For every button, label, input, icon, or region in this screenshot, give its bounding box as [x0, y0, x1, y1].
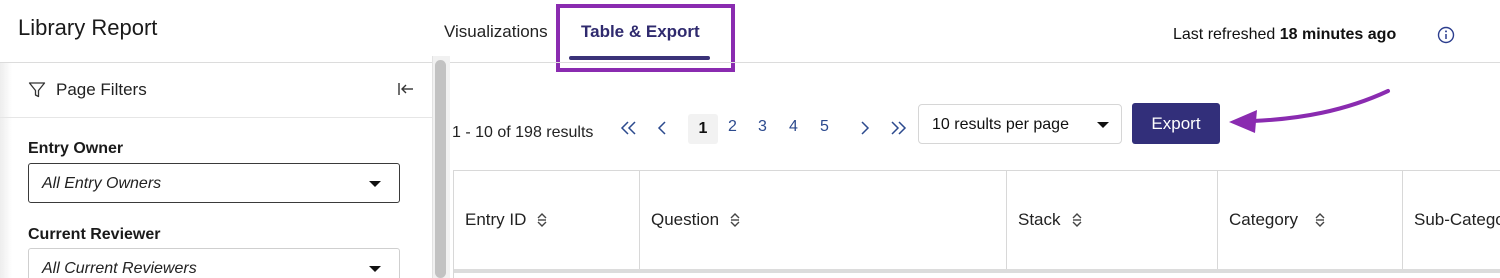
last-refreshed-value: 18 minutes ago: [1279, 26, 1397, 43]
column-header-label: Stack: [1018, 210, 1061, 229]
current-reviewer-label: Current Reviewer: [28, 226, 161, 243]
first-page-icon[interactable]: [619, 120, 639, 136]
page-link[interactable]: 3: [758, 118, 767, 136]
caret-down-icon: [369, 266, 381, 272]
page-current[interactable]: 1: [688, 114, 718, 144]
caret-down-icon: [1097, 122, 1109, 128]
filter-icon: [28, 82, 46, 98]
entry-owner-select[interactable]: All Entry Owners: [28, 163, 400, 203]
results-per-page-select[interactable]: 10 results per page: [918, 104, 1122, 144]
column-header-stack[interactable]: Stack: [1007, 171, 1218, 269]
results-per-page-value: 10 results per page: [932, 116, 1069, 133]
previous-page-icon[interactable]: [656, 120, 668, 136]
tab-visualizations[interactable]: Visualizations: [444, 22, 548, 42]
column-header-question[interactable]: Question: [640, 171, 1007, 269]
export-button[interactable]: Export: [1132, 103, 1220, 144]
last-refreshed-prefix: Last refreshed: [1173, 26, 1276, 43]
annotation-arrow: [1229, 89, 1390, 133]
entry-owner-value: All Entry Owners: [42, 175, 162, 192]
column-header-label: Question: [651, 210, 720, 229]
page-link[interactable]: 4: [789, 118, 798, 136]
last-refreshed: Last refreshed 18 minutes ago: [1173, 26, 1396, 44]
results-table: Entry ID Question Stack Category Sub-Cat…: [453, 170, 1500, 278]
column-header-entry-id[interactable]: Entry ID: [454, 171, 640, 269]
app-title: Library Report: [18, 15, 158, 40]
next-page-icon[interactable]: [859, 120, 871, 136]
page-link[interactable]: 5: [820, 118, 829, 136]
sort-icon[interactable]: [1071, 212, 1083, 228]
column-header-label: Category: [1229, 210, 1298, 229]
info-icon[interactable]: [1437, 26, 1455, 44]
table-header-divider: [454, 269, 1500, 273]
current-reviewer-select[interactable]: All Current Reviewers: [28, 248, 400, 278]
sort-icon[interactable]: [729, 212, 741, 228]
results-count: 1 - 10 of 198 results: [452, 124, 594, 141]
column-header-label: Entry ID: [465, 210, 527, 229]
last-page-icon[interactable]: [889, 120, 909, 136]
entry-owner-label: Entry Owner: [28, 140, 124, 157]
sort-icon[interactable]: [1314, 212, 1326, 228]
caret-down-icon: [369, 181, 381, 187]
page-filters-label: Page Filters: [56, 80, 147, 99]
column-header-sub-category[interactable]: Sub-Catego: [1403, 171, 1500, 269]
sidebar-divider: [0, 117, 432, 118]
sort-icon[interactable]: [536, 212, 548, 228]
page-link[interactable]: 2: [728, 118, 737, 136]
collapse-sidebar-icon[interactable]: [397, 81, 415, 97]
column-header-label: Sub-Catego: [1414, 210, 1500, 229]
sidebar-shadow: [0, 63, 12, 278]
scrollbar-thumb[interactable]: [435, 60, 446, 278]
current-reviewer-value: All Current Reviewers: [42, 260, 197, 277]
column-header-category[interactable]: Category: [1218, 171, 1403, 269]
